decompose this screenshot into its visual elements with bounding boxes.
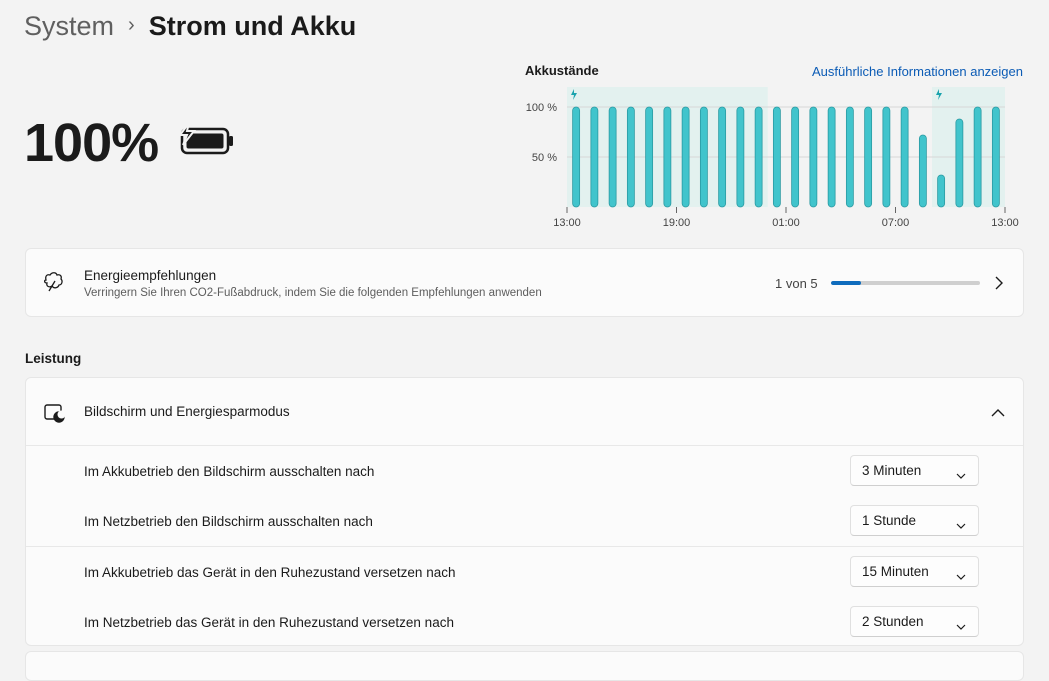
setting-row: Im Netzbetrieb den Bildschirm ausschalte… bbox=[26, 496, 1023, 546]
chart-bar bbox=[955, 118, 964, 208]
setting-label: Im Akkubetrieb den Bildschirm ausschalte… bbox=[84, 464, 375, 479]
chart-bar bbox=[772, 106, 781, 208]
chevron-down-icon bbox=[956, 568, 966, 586]
chart-x-tick-label: 19:00 bbox=[663, 217, 691, 229]
chart-bar bbox=[900, 106, 909, 208]
detailed-info-link[interactable]: Ausführliche Informationen anzeigen bbox=[812, 64, 1023, 79]
chart-bar bbox=[918, 134, 927, 208]
chevron-right-icon[interactable] bbox=[993, 276, 1005, 295]
chart-bar bbox=[590, 106, 599, 208]
setting-dropdown[interactable]: 2 Stunden bbox=[850, 606, 979, 637]
battery-percent: 100% bbox=[24, 113, 159, 173]
battery-charging-icon bbox=[178, 121, 234, 164]
chart-bar bbox=[791, 106, 800, 208]
setting-dropdown[interactable]: 1 Stunde bbox=[850, 505, 979, 536]
setting-label: Im Akkubetrieb das Gerät in den Ruhezust… bbox=[84, 565, 456, 580]
dropdown-value: 3 Minuten bbox=[862, 463, 922, 478]
setting-label: Im Netzbetrieb das Gerät in den Ruhezust… bbox=[84, 615, 454, 630]
chevron-down-icon bbox=[956, 467, 966, 485]
chart-bar bbox=[572, 106, 581, 208]
chart-bar bbox=[754, 106, 763, 208]
energy-progress-text: 1 von 5 bbox=[775, 276, 818, 291]
next-card bbox=[25, 651, 1024, 681]
chart-bar bbox=[809, 106, 818, 208]
chart-bar bbox=[845, 106, 854, 208]
dropdown-value: 15 Minuten bbox=[862, 564, 929, 579]
section-title-performance: Leistung bbox=[25, 351, 82, 366]
screen-sleep-title: Bildschirm und Energiesparmodus bbox=[84, 404, 290, 419]
screen-sleep-card: Bildschirm und Energiesparmodus Im Akkub… bbox=[25, 377, 1024, 646]
page-title: Strom und Akku bbox=[148, 11, 357, 41]
setting-label: Im Netzbetrieb den Bildschirm ausschalte… bbox=[84, 514, 373, 529]
breadcrumb-separator: › bbox=[128, 14, 135, 36]
chart-bar bbox=[645, 106, 654, 208]
chart-bar bbox=[827, 106, 836, 208]
breadcrumb: System › Strom und Akku bbox=[24, 8, 356, 44]
energy-recommendations-card[interactable]: Energieempfehlungen Verringern Sie Ihren… bbox=[25, 248, 1024, 317]
setting-row: Im Netzbetrieb das Gerät in den Ruhezust… bbox=[26, 597, 1023, 645]
setting-row: Im Akkubetrieb den Bildschirm ausschalte… bbox=[26, 446, 1023, 496]
battery-level-chart: 100 % 50 % 13:00 19:00 01:00 07:00 13:00 bbox=[526, 87, 1019, 229]
energy-title: Energieempfehlungen bbox=[84, 268, 217, 283]
screen-sleep-header[interactable]: Bildschirm und Energiesparmodus bbox=[26, 378, 1023, 446]
setting-dropdown[interactable]: 3 Minuten bbox=[850, 455, 979, 486]
chart-x-tick-label: 07:00 bbox=[882, 217, 910, 229]
chart-bar bbox=[626, 106, 635, 208]
chart-bar bbox=[663, 106, 672, 208]
chart-x-tick-label: 13:00 bbox=[553, 217, 581, 229]
chart-x-tick-label: 13:00 bbox=[991, 217, 1019, 229]
battery-status: 100% bbox=[24, 112, 234, 174]
chart-bar bbox=[973, 106, 982, 208]
breadcrumb-parent[interactable]: System bbox=[24, 8, 114, 44]
chart-bar bbox=[736, 106, 745, 208]
chevron-down-icon bbox=[956, 517, 966, 535]
energy-subtitle: Verringern Sie Ihren CO2-Fußabdruck, ind… bbox=[84, 287, 542, 299]
chevron-down-icon bbox=[956, 618, 966, 636]
setting-row: Im Akkubetrieb das Gerät in den Ruhezust… bbox=[26, 546, 1023, 597]
chevron-up-icon[interactable] bbox=[991, 405, 1005, 423]
chart-bar bbox=[937, 174, 946, 208]
leaf-icon bbox=[42, 271, 66, 300]
chart-bar bbox=[718, 106, 727, 208]
dropdown-value: 1 Stunde bbox=[862, 513, 917, 528]
chart-y-tick-label: 50 % bbox=[532, 152, 557, 164]
screen-sleep-icon bbox=[42, 402, 66, 429]
energy-progress-bar bbox=[831, 281, 980, 285]
chart-bar bbox=[608, 106, 617, 208]
chart-bar bbox=[681, 106, 690, 208]
chart-bar bbox=[864, 106, 873, 208]
dropdown-value: 2 Stunden bbox=[862, 614, 924, 629]
setting-dropdown[interactable]: 15 Minuten bbox=[850, 556, 979, 587]
chart-bar bbox=[991, 106, 1000, 208]
chart-title: Akkustände bbox=[525, 63, 599, 78]
chart-bar bbox=[882, 106, 891, 208]
chart-x-tick-label: 01:00 bbox=[772, 217, 800, 229]
chart-bar bbox=[699, 106, 708, 208]
chart-y-tick-label: 100 % bbox=[526, 102, 557, 114]
energy-progress-fill bbox=[831, 281, 861, 285]
